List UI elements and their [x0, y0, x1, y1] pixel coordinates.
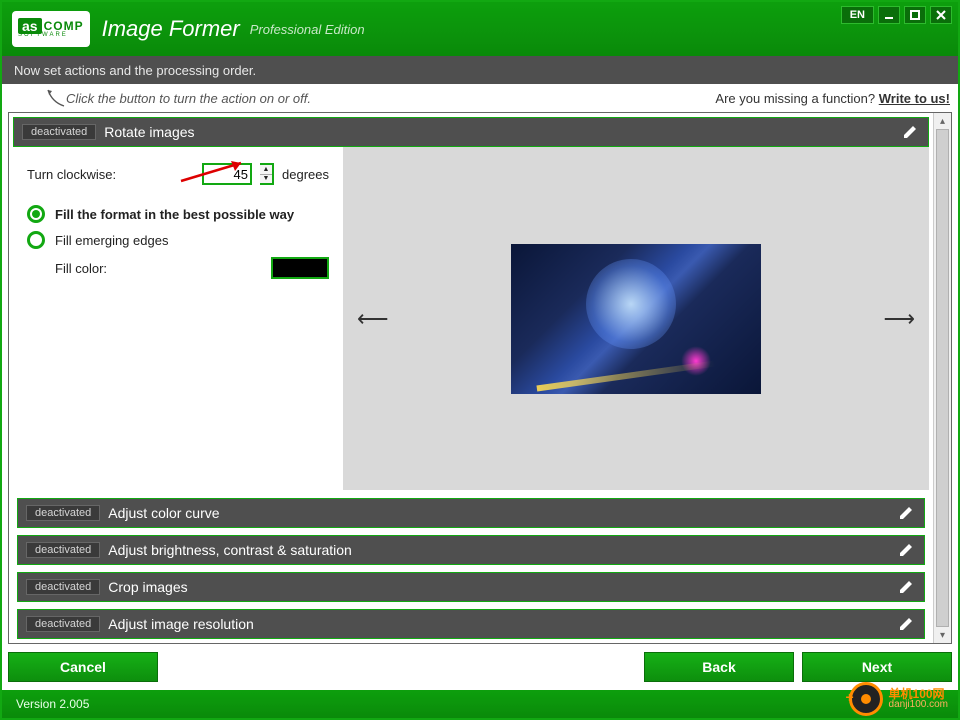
maximize-button[interactable]	[904, 6, 926, 24]
turn-row: Turn clockwise: ▲▼ degrees	[27, 163, 329, 185]
back-button[interactable]: Back	[644, 652, 794, 682]
scroll-down-icon[interactable]: ▾	[934, 627, 951, 643]
rotate-settings: Turn clockwise: ▲▼ degrees Fill the form…	[13, 147, 343, 490]
degrees-spinner[interactable]: ▲▼	[260, 163, 274, 185]
prev-image-arrow-icon[interactable]: ⟵	[357, 306, 389, 332]
write-to-us-link[interactable]: Write to us!	[879, 91, 950, 106]
logo-comp: COMP	[44, 19, 84, 33]
action-header-brightness[interactable]: deactivated Adjust brightness, contrast …	[17, 535, 925, 565]
fill-color-swatch[interactable]	[271, 257, 329, 279]
spin-up-icon[interactable]: ▲	[260, 165, 272, 175]
edit-icon[interactable]	[898, 616, 914, 632]
watermark-url: danji100.com	[889, 700, 948, 710]
edit-icon[interactable]	[898, 579, 914, 595]
action-title: Rotate images	[104, 124, 902, 140]
status-badge[interactable]: deactivated	[22, 124, 96, 140]
collapsed-actions: deactivated Adjust color curve deactivat…	[9, 494, 933, 643]
radio-fill-format[interactable]	[27, 205, 45, 223]
action-title: Adjust brightness, contrast & saturation	[108, 542, 898, 558]
preview-pane: ⟵ ⟶	[343, 147, 929, 490]
hint-arrow-icon	[46, 88, 70, 110]
hint-right-prefix: Are you missing a function?	[715, 91, 878, 106]
degrees-input[interactable]	[202, 163, 252, 185]
radio-fill-edges-row[interactable]: Fill emerging edges	[27, 231, 329, 249]
radio-fill-format-label: Fill the format in the best possible way	[55, 207, 294, 222]
radio-fill-format-row[interactable]: Fill the format in the best possible way	[27, 205, 329, 223]
status-badge[interactable]: deactivated	[26, 579, 100, 595]
scrollbar[interactable]: ▴ ▾	[933, 113, 951, 643]
status-badge[interactable]: deactivated	[26, 616, 100, 632]
watermark-icon	[849, 682, 883, 716]
cancel-button[interactable]: Cancel	[8, 652, 158, 682]
scroll-up-icon[interactable]: ▴	[934, 113, 951, 129]
action-header-color-curve[interactable]: deactivated Adjust color curve	[17, 498, 925, 528]
app-window: as COMP SOFTWARE Image Former Profession…	[0, 0, 960, 720]
hint-text: Click the button to turn the action on o…	[66, 91, 311, 106]
status-badge[interactable]: deactivated	[26, 505, 100, 521]
action-title: Adjust image resolution	[108, 616, 898, 632]
version-text: Version 2.005	[16, 697, 89, 711]
turn-label: Turn clockwise:	[27, 167, 116, 182]
bottom-bar: Cancel Back Next	[2, 644, 958, 690]
action-title: Crop images	[108, 579, 898, 595]
spin-down-icon[interactable]: ▼	[260, 175, 272, 184]
action-title: Adjust color curve	[108, 505, 898, 521]
logo: as COMP SOFTWARE	[12, 11, 90, 47]
scroll-thumb[interactable]	[936, 129, 949, 627]
app-edition: Professional Edition	[250, 22, 365, 37]
logo-sub: SOFTWARE	[18, 32, 84, 38]
action-header-crop[interactable]: deactivated Crop images	[17, 572, 925, 602]
instruction-text: Now set actions and the processing order…	[14, 63, 256, 78]
action-header-resolution[interactable]: deactivated Adjust image resolution	[17, 609, 925, 639]
preview-image	[511, 244, 761, 394]
instruction-bar: Now set actions and the processing order…	[2, 56, 958, 84]
radio-fill-edges-label: Fill emerging edges	[55, 233, 168, 248]
rotate-panel: Turn clockwise: ▲▼ degrees Fill the form…	[13, 147, 929, 490]
minimize-button[interactable]	[878, 6, 900, 24]
hint-right: Are you missing a function? Write to us!	[715, 91, 950, 106]
status-bar: Version 2.005 单机100网 danji100.com	[2, 690, 958, 718]
edit-icon[interactable]	[898, 542, 914, 558]
radio-fill-edges[interactable]	[27, 231, 45, 249]
edit-icon[interactable]	[898, 505, 914, 521]
fill-color-row: Fill color:	[55, 257, 329, 279]
status-badge[interactable]: deactivated	[26, 542, 100, 558]
action-header-rotate[interactable]: deactivated Rotate images	[13, 117, 929, 147]
actions-container: deactivated Rotate images Turn clockwise…	[8, 112, 952, 644]
window-controls: EN	[841, 6, 952, 24]
language-badge[interactable]: EN	[841, 6, 874, 24]
app-title: Image Former	[102, 16, 240, 42]
degrees-unit: degrees	[282, 167, 329, 182]
edit-icon[interactable]	[902, 124, 918, 140]
hint-row: Click the button to turn the action on o…	[2, 84, 958, 112]
fill-color-label: Fill color:	[55, 261, 107, 276]
titlebar: as COMP SOFTWARE Image Former Profession…	[2, 2, 958, 56]
next-image-arrow-icon[interactable]: ⟶	[883, 306, 915, 332]
close-button[interactable]	[930, 6, 952, 24]
next-button[interactable]: Next	[802, 652, 952, 682]
actions-column: deactivated Rotate images Turn clockwise…	[9, 113, 933, 643]
watermark: 单机100网 danji100.com	[849, 682, 948, 716]
